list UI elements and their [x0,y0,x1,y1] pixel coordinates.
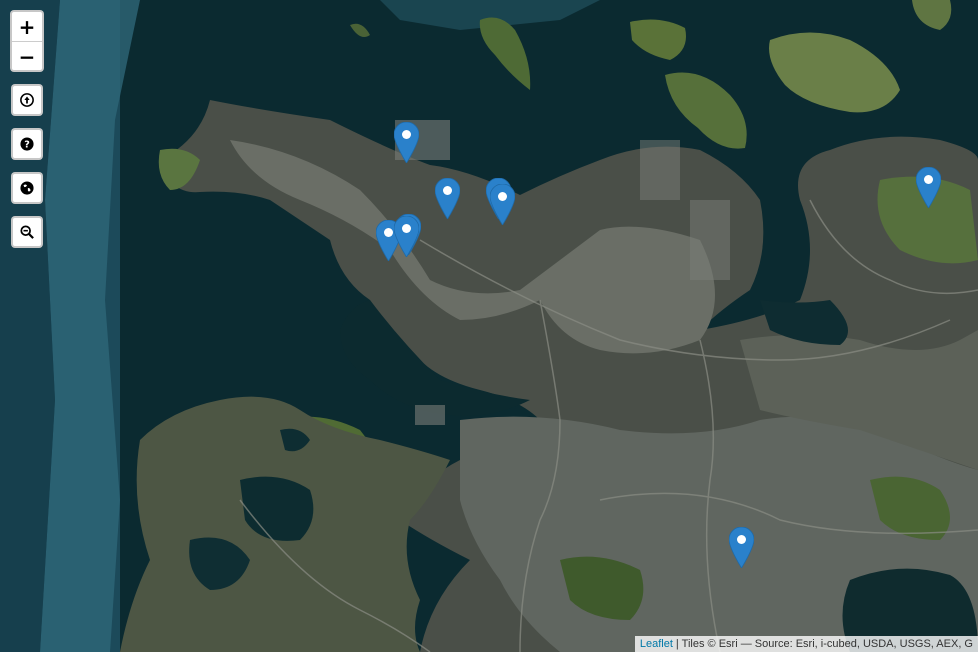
map-marker-1[interactable] [394,122,419,163]
attribution-separator: | [672,638,682,650]
map-container[interactable]: + − ? Leaflet | Tiles © Esri — Source: E… [0,0,978,652]
map-marker-4[interactable] [490,184,515,225]
map-marker-9[interactable] [729,527,754,568]
satellite-map-imagery[interactable] [0,0,978,652]
arrow-up-circle-icon [20,93,34,107]
map-marker-2[interactable] [435,178,460,219]
help-button[interactable]: ? [11,128,43,160]
globe-icon [20,181,34,195]
zoom-out-magnifier-icon [20,225,34,239]
map-marker-7[interactable] [394,216,419,257]
question-circle-icon: ? [20,137,34,151]
zoom-out-button[interactable]: − [12,42,42,72]
tiles-attribution-text: Tiles © Esri — Source: Esri, i-cubed, US… [681,638,973,650]
svg-text:?: ? [24,140,30,151]
locate-button[interactable] [11,84,43,116]
zoom-control: + − [10,10,44,72]
map-attribution: Leaflet | Tiles © Esri — Source: Esri, i… [634,636,978,652]
zoom-in-button[interactable]: + [12,12,42,42]
map-marker-8[interactable] [916,167,941,208]
leaflet-link[interactable]: Leaflet [640,638,673,650]
zoom-out-extent-button[interactable] [11,216,43,248]
globe-button[interactable] [11,172,43,204]
